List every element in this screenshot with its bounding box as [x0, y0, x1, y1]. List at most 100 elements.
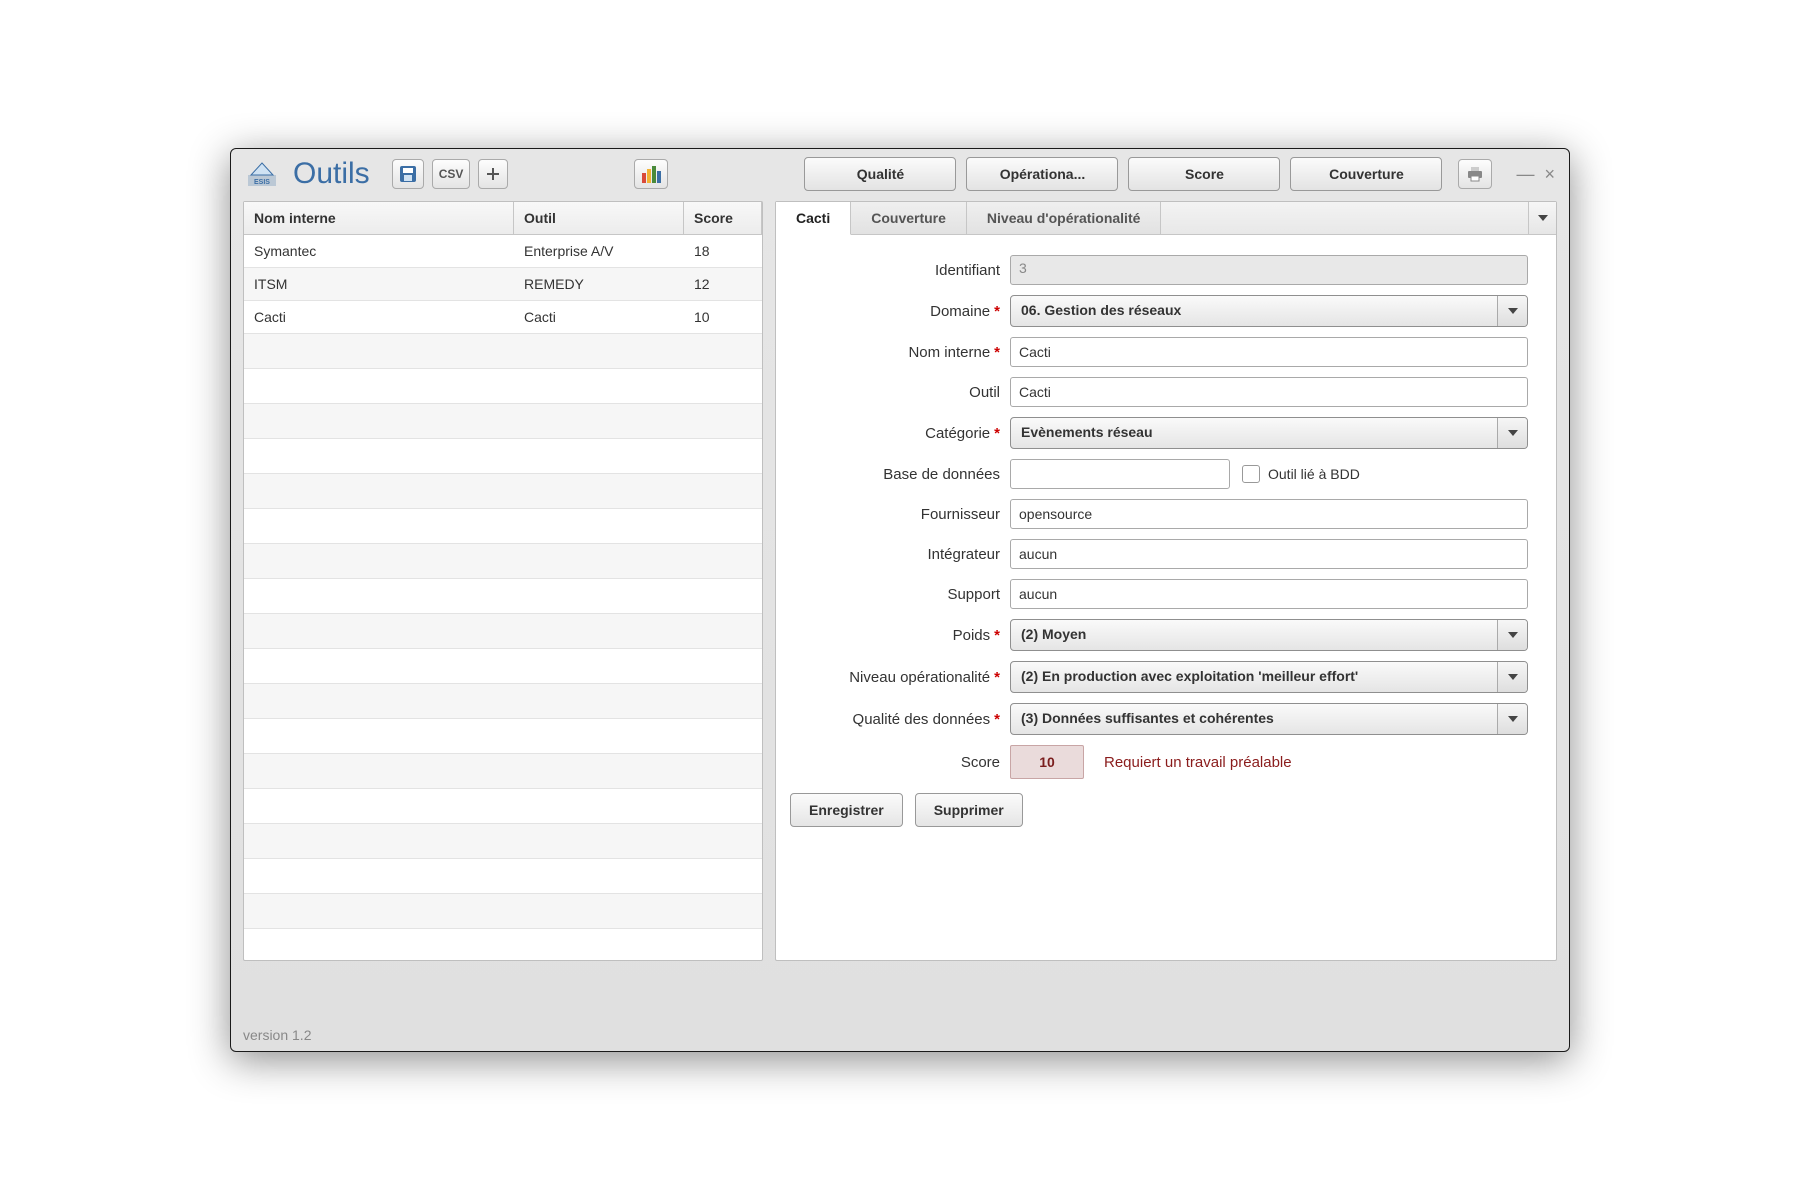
detail-tab-couverture[interactable]: Couverture [851, 202, 967, 234]
table-row [244, 894, 762, 929]
field-domaine[interactable]: 06. Gestion des réseaux [1010, 295, 1528, 327]
detail-tab-cacti[interactable]: Cacti [776, 202, 851, 235]
table-row [244, 789, 762, 824]
main-body: Nom interne Outil Score SymantecEnterpri… [231, 201, 1569, 1023]
save-button[interactable]: Enregistrer [790, 793, 903, 827]
delete-button[interactable]: Supprimer [915, 793, 1023, 827]
cell-score [684, 754, 762, 788]
score-note: Requiert un travail préalable [1104, 754, 1292, 771]
bar-chart-icon [641, 165, 661, 183]
tab-score[interactable]: Score [1128, 157, 1280, 191]
cell-score [684, 334, 762, 368]
label-integrateur: Intégrateur [790, 546, 1010, 563]
field-niveau-op[interactable]: (2) En production avec exploitation 'mei… [1010, 661, 1528, 693]
table-row[interactable]: SymantecEnterprise A/V18 [244, 235, 762, 268]
detail-panel: Cacti Couverture Niveau d'opérationalité… [775, 201, 1557, 961]
save-button[interactable] [392, 159, 424, 189]
table-row [244, 824, 762, 859]
chevron-down-icon [1497, 620, 1527, 650]
cell-nom: Cacti [244, 301, 514, 333]
cell-nom: ITSM [244, 268, 514, 300]
label-outil: Outil [790, 384, 1010, 401]
cell-outil [514, 334, 684, 368]
cell-nom [244, 684, 514, 718]
cell-outil: Enterprise A/V [514, 235, 684, 267]
cell-outil: Cacti [514, 301, 684, 333]
cell-nom [244, 614, 514, 648]
field-support[interactable] [1010, 579, 1528, 609]
field-score: 10 [1010, 745, 1084, 779]
window-controls: — × [1516, 165, 1555, 183]
cell-score [684, 509, 762, 543]
label-base-donnees: Base de données [790, 466, 1010, 483]
table-body: SymantecEnterprise A/V18ITSMREMEDY12Cact… [244, 235, 762, 960]
label-identifiant: Identifiant [790, 262, 1010, 279]
tab-qualite[interactable]: Qualité [804, 157, 956, 191]
cell-outil [514, 649, 684, 683]
cell-score [684, 649, 762, 683]
tab-couverture[interactable]: Couverture [1290, 157, 1442, 191]
cell-nom [244, 509, 514, 543]
cell-nom [244, 404, 514, 438]
minimize-button[interactable]: — [1516, 165, 1534, 183]
cell-nom [244, 754, 514, 788]
cell-outil [514, 789, 684, 823]
version-label: version 1.2 [231, 1023, 1569, 1051]
col-score[interactable]: Score [684, 202, 762, 234]
table-row [244, 649, 762, 684]
label-score: Score [790, 754, 1010, 771]
field-base-donnees[interactable] [1010, 459, 1230, 489]
print-button[interactable] [1458, 159, 1492, 189]
tools-table: Nom interne Outil Score SymantecEnterpri… [243, 201, 763, 961]
field-poids[interactable]: (2) Moyen [1010, 619, 1528, 651]
app-title: Outils [293, 157, 370, 191]
field-integrateur[interactable] [1010, 539, 1528, 569]
close-button[interactable]: × [1544, 165, 1555, 183]
table-row[interactable]: ITSMREMEDY12 [244, 268, 762, 301]
field-nom-interne[interactable] [1010, 337, 1528, 367]
topbar: ESIS Outils CSV Qualité Opérationa... Sc… [231, 149, 1569, 201]
cell-score [684, 719, 762, 753]
cell-nom [244, 719, 514, 753]
detail-tab-niveau[interactable]: Niveau d'opérationalité [967, 202, 1161, 234]
label-support: Support [790, 586, 1010, 603]
col-nom-interne[interactable]: Nom interne [244, 202, 514, 234]
checkbox-lie-bdd[interactable] [1242, 465, 1260, 483]
detail-tabs: Cacti Couverture Niveau d'opérationalité [776, 202, 1556, 235]
detail-tab-overflow[interactable] [1528, 202, 1556, 234]
field-qualite-donnees[interactable]: (3) Données suffisantes et cohérentes [1010, 703, 1528, 735]
cell-outil [514, 544, 684, 578]
col-outil[interactable]: Outil [514, 202, 684, 234]
field-outil[interactable] [1010, 377, 1528, 407]
field-identifiant: 3 [1010, 255, 1528, 285]
top-nav: Qualité Opérationa... Score Couverture —… [804, 157, 1555, 191]
cell-nom [244, 544, 514, 578]
cell-score [684, 859, 762, 893]
add-button[interactable] [478, 159, 508, 189]
cell-nom [244, 894, 514, 928]
cell-outil: REMEDY [514, 268, 684, 300]
table-header: Nom interne Outil Score [244, 202, 762, 235]
tab-operationalite[interactable]: Opérationa... [966, 157, 1118, 191]
table-row [244, 859, 762, 894]
label-poids: Poids* [790, 627, 1010, 644]
table-row [244, 544, 762, 579]
chart-button[interactable] [634, 159, 668, 189]
cell-score [684, 439, 762, 473]
csv-export-button[interactable]: CSV [432, 159, 471, 189]
cell-outil [514, 579, 684, 613]
cell-nom [244, 369, 514, 403]
label-domaine: Domaine* [790, 303, 1010, 320]
printer-icon [1466, 166, 1484, 182]
cell-outil [514, 719, 684, 753]
field-categorie[interactable]: Evènements réseau [1010, 417, 1528, 449]
table-row [244, 439, 762, 474]
field-fournisseur[interactable] [1010, 499, 1528, 529]
cell-score [684, 474, 762, 508]
cell-score [684, 544, 762, 578]
cell-score [684, 894, 762, 928]
cell-outil [514, 894, 684, 928]
table-row[interactable]: CactiCacti10 [244, 301, 762, 334]
chevron-down-icon [1497, 296, 1527, 326]
cell-outil [514, 509, 684, 543]
